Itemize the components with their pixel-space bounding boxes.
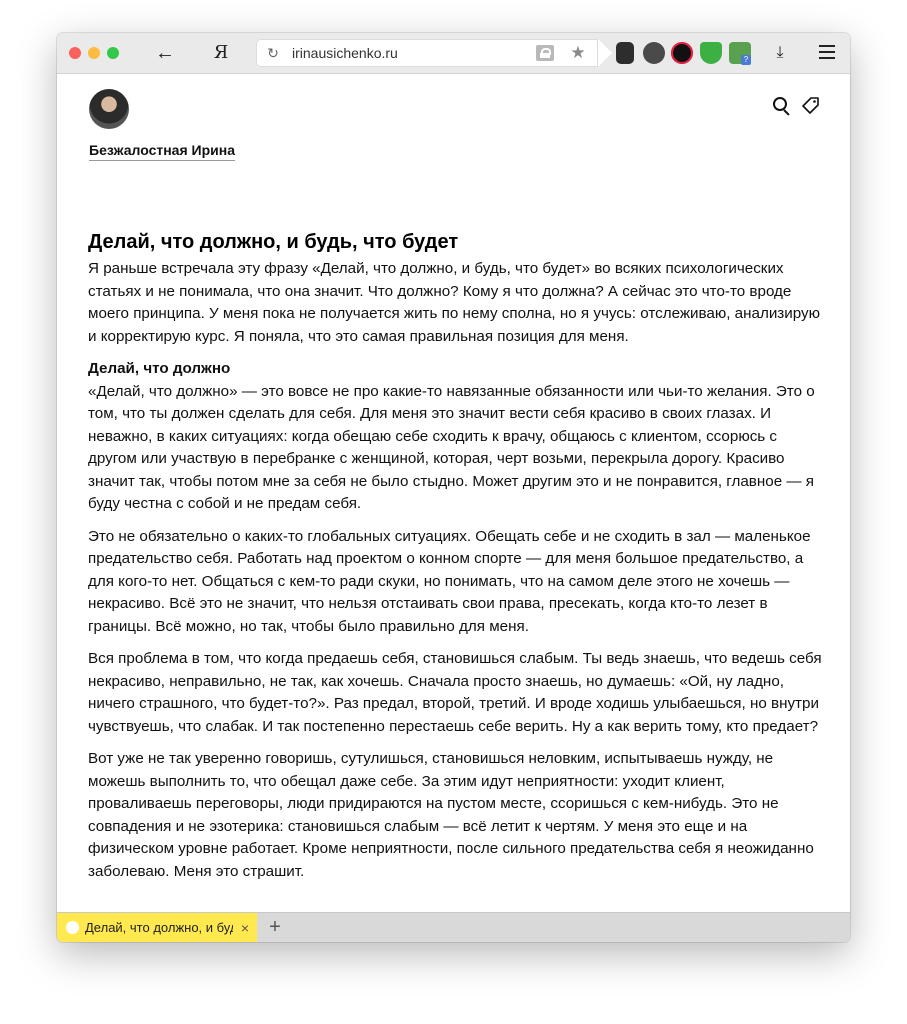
article-intro: Я раньше встречала эту фразу «Делай, что…	[88, 260, 821, 345]
hamburger-menu-icon[interactable]	[819, 45, 835, 59]
site-name-link[interactable]: Безжалостная Ирина	[89, 142, 235, 161]
web-page: Безжалостная Ирина Делай, что должно, и …	[57, 74, 850, 912]
tag-icon[interactable]	[802, 96, 820, 114]
ring-extension-icon[interactable]	[671, 42, 693, 64]
tab-title[interactable]: Делай, что должно, и будь, что будет	[85, 920, 233, 936]
article-title: Делай, что должно, и будь, что будет	[88, 231, 459, 253]
extension-badge: ?	[741, 55, 751, 65]
close-window-button[interactable]	[69, 47, 81, 59]
article-paragraph-4: Вот уже не так уверенно говоришь, сутули…	[88, 750, 814, 880]
browser-toolbar: ← Я ↻ irinausichenko.ru ★ ? ⤓	[57, 33, 850, 74]
yandex-logo-icon[interactable]: Я	[210, 41, 232, 65]
tab-favicon-icon	[66, 921, 79, 934]
evernote-extension-icon[interactable]	[616, 42, 634, 64]
minimize-window-button[interactable]	[88, 47, 100, 59]
article-paragraph-2: Это не обязательно о каких-то глобальных…	[88, 527, 811, 635]
article: Делай, что должно, и будь, что будет Я р…	[88, 228, 822, 893]
shield-extension-icon[interactable]	[700, 42, 722, 64]
reload-icon[interactable]: ↻	[264, 44, 282, 62]
zoom-window-button[interactable]	[107, 47, 119, 59]
url-text[interactable]: irinausichenko.ru	[292, 45, 398, 61]
lock-icon[interactable]	[536, 45, 554, 61]
article-paragraph-3: Вся проблема в том, что когда предаешь с…	[88, 650, 822, 735]
tab-bar: Делай, что должно, и будь, что будет × +	[57, 912, 850, 942]
article-subheading: Делай, что должно	[88, 360, 231, 377]
tab-active[interactable]: Делай, что должно, и будь, что будет ×	[57, 913, 257, 942]
article-paragraph-1: «Делай, что должно» — это вовсе не про к…	[88, 382, 815, 513]
search-icon[interactable]	[773, 97, 791, 115]
address-bar[interactable]: ↻ irinausichenko.ru ★	[256, 39, 612, 67]
new-tab-plus-icon[interactable]: +	[265, 916, 285, 938]
download-icon[interactable]: ⤓	[770, 42, 790, 64]
avatar[interactable]	[89, 89, 129, 129]
article-section: Делай, что должно «Делай, что должно» — …	[88, 358, 822, 516]
browser-window: ← Я ↻ irinausichenko.ru ★ ? ⤓ Безжалостн…	[57, 33, 850, 942]
bookmark-star-icon[interactable]: ★	[569, 43, 587, 63]
lightbulb-extension-icon[interactable]	[643, 42, 665, 64]
close-icon[interactable]: ×	[238, 919, 252, 937]
back-arrow-icon[interactable]: ←	[153, 41, 177, 65]
